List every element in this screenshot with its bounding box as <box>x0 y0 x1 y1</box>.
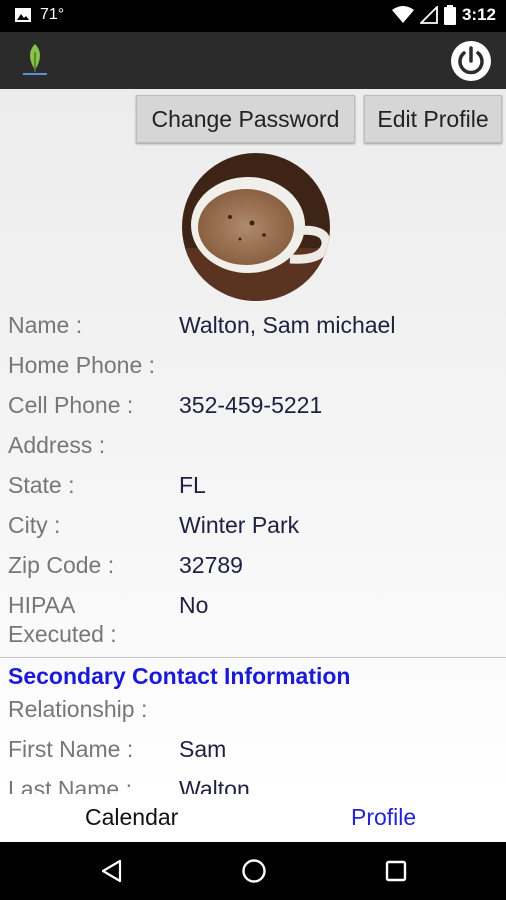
image-notification-icon <box>15 8 31 22</box>
address-label: Address : <box>8 432 106 458</box>
cell-phone-value[interactable]: 352-459-5221 <box>179 391 322 420</box>
recents-icon[interactable] <box>385 860 407 882</box>
secondary-contact-title: Secondary Contact Information <box>8 663 351 689</box>
power-icon[interactable] <box>450 40 492 82</box>
tab-calendar[interactable]: Calendar <box>85 804 178 831</box>
zip-code-label: Zip Code : <box>8 552 115 578</box>
name-value: Walton, Sam michael <box>179 312 396 338</box>
bottom-tab-bar: Calendar Profile <box>0 794 506 842</box>
status-bar: 71° 3:12 <box>0 0 506 32</box>
change-password-button[interactable]: Change Password <box>136 95 355 143</box>
battery-icon <box>443 5 456 25</box>
section-divider <box>0 657 506 658</box>
state-value: FL <box>179 472 206 498</box>
relationship-label: Relationship : <box>8 696 148 722</box>
tab-profile[interactable]: Profile <box>351 804 416 831</box>
wifi-icon <box>391 6 414 23</box>
first-name-value: Sam <box>179 736 227 762</box>
hipaa-value: No <box>179 592 209 618</box>
city-label: City : <box>8 512 61 538</box>
edit-profile-button[interactable]: Edit Profile <box>364 95 502 143</box>
home-icon[interactable] <box>241 858 267 884</box>
app-logo <box>23 44 47 75</box>
last-name-label: Last Name : <box>8 776 132 794</box>
clock: 3:12 <box>461 5 496 24</box>
name-label: Name : <box>8 312 83 338</box>
last-name-value: Walton <box>179 776 250 794</box>
system-nav-bar <box>0 842 506 900</box>
city-value: Winter Park <box>179 512 300 538</box>
zip-code-value: 32789 <box>179 552 243 578</box>
state-label: State : <box>8 472 75 498</box>
profile-content: Change Password Edit Profile Name : Walt… <box>0 89 506 794</box>
first-name-label: First Name : <box>8 736 134 762</box>
hipaa-label-line1: HIPAA <box>8 592 76 618</box>
avatar <box>182 153 330 301</box>
app-bar <box>0 32 506 89</box>
hipaa-label: HIPAA Executed : <box>8 591 173 649</box>
cell-signal-icon <box>419 6 438 24</box>
cell-phone-label: Cell Phone : <box>8 392 134 418</box>
home-phone-label: Home Phone : <box>8 352 156 378</box>
hipaa-label-line2: Executed : <box>8 621 117 647</box>
back-icon[interactable] <box>100 859 124 883</box>
temperature: 71° <box>40 6 65 23</box>
